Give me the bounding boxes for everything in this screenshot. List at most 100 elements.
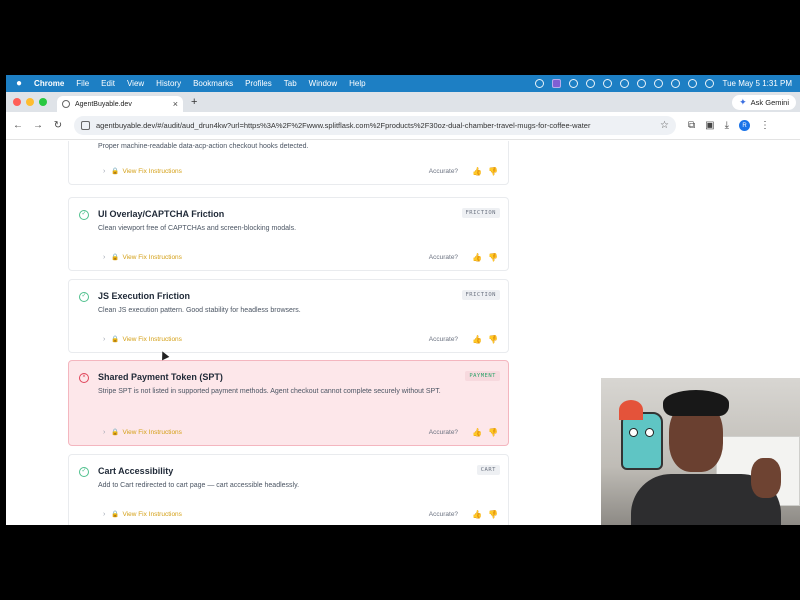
check-pass-icon: ✓ [79, 292, 89, 302]
chevron-right-icon[interactable]: › [103, 511, 105, 518]
menu-profiles[interactable]: Profiles [245, 79, 272, 88]
more-menu-icon[interactable]: ⋮ [760, 120, 770, 131]
check-description: Stripe SPT is not listed in supported pa… [98, 388, 441, 395]
category-badge: FRICTION [461, 290, 500, 300]
extensions-icon[interactable]: ⧉ [688, 120, 695, 131]
check-description: Add to Cart redirected to cart page — ca… [98, 482, 300, 489]
status-icon[interactable] [569, 79, 579, 88]
accurate-label: Accurate? [428, 510, 459, 518]
lock-icon: 🔒 [111, 336, 120, 343]
close-window-button[interactable] [13, 98, 21, 106]
check-card-cart-accessibility: ✓ Cart Accessibility Add to Cart redirec… [68, 454, 509, 525]
menubar-clock[interactable]: Tue May 5 1:31 PM [722, 79, 792, 88]
macos-menubar: ● Chrome File Edit View History Bookmark… [6, 75, 800, 92]
menu-tab[interactable]: Tab [284, 79, 297, 88]
category-badge: FRICTION [461, 208, 500, 218]
download-icon[interactable]: ⤓ [725, 120, 729, 131]
check-card: Proper machine-readable data-acp-action … [68, 141, 509, 185]
check-footer: › 🔒 View Fix Instructions Accurate? 👍 👎 [103, 509, 498, 519]
tab-search-icon[interactable]: ▣ [705, 120, 714, 131]
thumbs-down-icon[interactable]: 👎 [488, 428, 498, 437]
menu-edit[interactable]: Edit [101, 79, 115, 88]
menu-bookmarks[interactable]: Bookmarks [193, 79, 233, 88]
play-icon[interactable] [603, 79, 613, 88]
chevron-right-icon[interactable]: › [103, 336, 105, 343]
view-fix-instructions-link[interactable]: View Fix Instructions [122, 254, 181, 261]
chevron-right-icon[interactable]: › [103, 254, 105, 261]
menu-app-chrome[interactable]: Chrome [34, 79, 64, 88]
chevron-right-icon[interactable]: › [103, 429, 105, 436]
globe-icon [62, 100, 70, 108]
mascot-eye [645, 428, 654, 437]
check-pass-icon: ✓ [79, 210, 89, 220]
thumbs-up-icon[interactable]: 👍 [472, 335, 482, 344]
status-icon[interactable] [586, 79, 596, 88]
back-button[interactable]: ← [8, 120, 28, 131]
bluetooth-icon[interactable] [637, 79, 647, 88]
zoom-window-button[interactable] [39, 98, 47, 106]
thumbs-down-icon[interactable]: 👎 [488, 510, 498, 519]
browser-tab[interactable]: AgentBuyable.dev × [57, 96, 183, 112]
battery-icon[interactable] [654, 79, 664, 88]
new-tab-button[interactable]: + [191, 96, 197, 108]
category-badge: PAYMENT [465, 371, 500, 381]
address-bar[interactable]: agentbuyable.dev/#/audit/aud_drun4kw?url… [74, 116, 676, 135]
mascot-figure [619, 400, 663, 470]
thumbs-up-icon[interactable]: 👍 [472, 510, 482, 519]
lock-icon: 🔒 [111, 254, 120, 261]
check-description: Clean viewport free of CAPTCHAs and scre… [98, 225, 297, 232]
check-footer: › 🔒 View Fix Instructions Accurate? 👍 👎 [103, 252, 498, 262]
site-info-icon[interactable] [81, 121, 90, 130]
close-icon[interactable]: × [173, 99, 178, 109]
webcam-overlay [601, 378, 800, 525]
mascot-hair [619, 400, 643, 420]
screen-record-icon[interactable] [552, 79, 562, 88]
accurate-label: Accurate? [428, 428, 459, 436]
search-icon[interactable] [688, 79, 698, 88]
accurate-label: Accurate? [428, 253, 459, 261]
check-title: Shared Payment Token (SPT) [98, 372, 223, 382]
reload-button[interactable]: ↻ [48, 120, 68, 131]
chevron-right-icon[interactable]: › [103, 168, 105, 175]
view-fix-instructions-link[interactable]: View Fix Instructions [122, 336, 181, 343]
lock-icon: 🔒 [111, 429, 120, 436]
status-icon[interactable] [620, 79, 630, 88]
check-pass-icon: ✓ [79, 467, 89, 477]
forward-button[interactable]: → [28, 120, 48, 131]
status-icon[interactable] [535, 79, 545, 88]
wifi-icon[interactable] [671, 79, 681, 88]
view-fix-instructions-link[interactable]: View Fix Instructions [122, 168, 181, 175]
check-description: Proper machine-readable data-acp-action … [98, 143, 309, 150]
ask-gemini-button[interactable]: ✦ Ask Gemini [732, 94, 796, 110]
view-fix-instructions-link[interactable]: View Fix Instructions [122, 511, 181, 518]
browser-tab-strip: AgentBuyable.dev × + ✦ Ask Gemini [6, 92, 800, 112]
minimize-window-button[interactable] [26, 98, 34, 106]
thumbs-up-icon[interactable]: 👍 [472, 167, 482, 176]
control-center-icon[interactable] [705, 79, 715, 88]
accurate-label: Accurate? [428, 167, 459, 175]
menu-file[interactable]: File [76, 79, 89, 88]
thumbs-up-icon[interactable]: 👍 [472, 428, 482, 437]
thumbs-down-icon[interactable]: 👎 [488, 253, 498, 262]
browser-toolbar: ← → ↻ agentbuyable.dev/#/audit/aud_drun4… [6, 112, 800, 140]
check-title: UI Overlay/CAPTCHA Friction [98, 209, 225, 219]
menu-window[interactable]: Window [309, 79, 337, 88]
bookmark-star-icon[interactable]: ☆ [660, 120, 669, 131]
profile-avatar[interactable]: R [739, 120, 751, 131]
thumbs-down-icon[interactable]: 👎 [488, 167, 498, 176]
check-card-shared-payment-token: × Shared Payment Token (SPT) Stripe SPT … [68, 360, 509, 446]
menu-view[interactable]: View [127, 79, 144, 88]
menu-help[interactable]: Help [349, 79, 365, 88]
presenter-cap [663, 390, 729, 416]
thumbs-up-icon[interactable]: 👍 [472, 253, 482, 262]
ask-gemini-label: Ask Gemini [750, 97, 789, 107]
check-card-ui-overlay: ✓ UI Overlay/CAPTCHA Friction Clean view… [68, 197, 509, 271]
check-footer: › 🔒 View Fix Instructions Accurate? 👍 👎 [103, 334, 498, 344]
check-title: JS Execution Friction [98, 291, 191, 301]
view-fix-instructions-link[interactable]: View Fix Instructions [122, 429, 181, 436]
check-footer: › 🔒 View Fix Instructions Accurate? 👍 👎 [103, 166, 498, 176]
thumbs-down-icon[interactable]: 👎 [488, 335, 498, 344]
apple-menu-icon[interactable]: ● [16, 78, 22, 89]
url-text[interactable]: agentbuyable.dev/#/audit/aud_drun4kw?url… [96, 121, 654, 130]
menu-history[interactable]: History [156, 79, 181, 88]
